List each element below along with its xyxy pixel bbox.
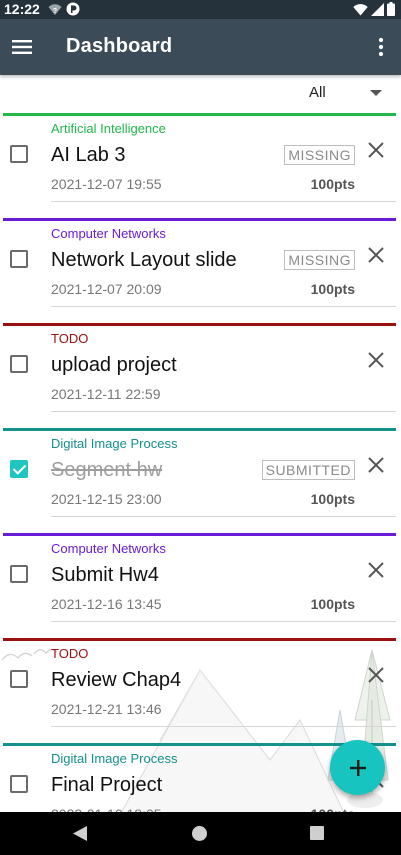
recents-icon[interactable] bbox=[310, 826, 324, 840]
more-vert-icon[interactable] bbox=[371, 33, 391, 61]
category-color-bar bbox=[3, 218, 396, 221]
task-list: Artificial Intelligence AI Lab 3 MISSING… bbox=[0, 113, 401, 848]
app-bar: Dashboard bbox=[0, 19, 401, 75]
task-category: Digital Image Process bbox=[51, 436, 178, 451]
page-title: Dashboard bbox=[66, 35, 173, 57]
divider bbox=[51, 411, 396, 412]
close-icon[interactable] bbox=[367, 246, 385, 264]
task-checkbox[interactable] bbox=[10, 565, 28, 583]
category-color-bar bbox=[3, 743, 396, 746]
task-date: 2021-12-07 20:09 bbox=[51, 281, 162, 297]
status-right-icons bbox=[353, 2, 395, 16]
pocket-casts-icon bbox=[66, 2, 80, 16]
divider bbox=[51, 516, 396, 517]
task-points: 100pts bbox=[310, 281, 355, 297]
task-checkbox[interactable] bbox=[10, 670, 28, 688]
task-checkbox[interactable] bbox=[10, 460, 28, 478]
wifi-icon bbox=[353, 3, 368, 16]
wifi-question-icon: ? bbox=[48, 3, 62, 15]
navigation-bar bbox=[0, 812, 401, 855]
task-points: 100pts bbox=[310, 596, 355, 612]
add-task-button[interactable] bbox=[330, 740, 385, 795]
task-category: Computer Networks bbox=[51, 226, 166, 241]
task-card: Digital Image Process Segment hw SUBMITT… bbox=[0, 428, 401, 533]
dropdown-arrow-icon bbox=[370, 90, 382, 96]
svg-text:?: ? bbox=[53, 8, 57, 15]
status-badge: SUBMITTED bbox=[261, 460, 355, 480]
category-color-bar bbox=[3, 428, 396, 431]
task-category: TODO bbox=[51, 331, 89, 346]
divider bbox=[51, 201, 396, 202]
task-category: TODO bbox=[51, 646, 89, 661]
hamburger-menu-icon[interactable] bbox=[8, 33, 36, 61]
task-title: upload project bbox=[51, 354, 177, 376]
close-icon[interactable] bbox=[367, 141, 385, 159]
task-points: 100pts bbox=[310, 176, 355, 192]
task-title: Submit Hw4 bbox=[51, 564, 159, 586]
task-card: TODO upload project 2021-12-11 22:59 bbox=[0, 323, 401, 428]
task-points: 100pts bbox=[310, 491, 355, 507]
task-title: Segment hw bbox=[51, 459, 163, 481]
category-color-bar bbox=[3, 323, 396, 326]
status-badge: MISSING bbox=[284, 250, 355, 270]
status-time: 12:22 bbox=[4, 1, 40, 17]
battery-icon bbox=[387, 2, 395, 16]
app-screen: 12:22 ? Dashboard All Artificial Intelli… bbox=[0, 0, 401, 855]
close-icon[interactable] bbox=[367, 456, 385, 474]
signal-icon bbox=[371, 2, 384, 16]
plus-icon bbox=[349, 759, 366, 776]
task-title: Review Chap4 bbox=[51, 669, 182, 691]
task-category: Computer Networks bbox=[51, 541, 166, 556]
back-icon[interactable] bbox=[72, 825, 88, 842]
status-bar: 12:22 ? bbox=[0, 0, 401, 19]
category-color-bar bbox=[3, 533, 396, 536]
task-card: Computer Networks Network Layout slide M… bbox=[0, 218, 401, 323]
close-icon[interactable] bbox=[367, 561, 385, 579]
category-color-bar bbox=[3, 113, 396, 116]
filter-dropdown[interactable]: All bbox=[300, 80, 392, 106]
task-category: Digital Image Process bbox=[51, 751, 178, 766]
task-title: Final Project bbox=[51, 774, 163, 796]
task-date: 2021-12-21 13:46 bbox=[51, 701, 162, 717]
task-date: 2021-12-16 13:45 bbox=[51, 596, 162, 612]
divider bbox=[51, 726, 396, 727]
task-date: 2021-12-15 23:00 bbox=[51, 491, 162, 507]
task-card: TODO Review Chap4 2021-12-21 13:46 bbox=[0, 638, 401, 743]
task-checkbox[interactable] bbox=[10, 250, 28, 268]
task-category: Artificial Intelligence bbox=[51, 121, 166, 136]
task-checkbox[interactable] bbox=[10, 145, 28, 163]
close-icon[interactable] bbox=[367, 666, 385, 684]
task-date: 2021-12-11 22:59 bbox=[51, 386, 161, 402]
divider bbox=[51, 621, 396, 622]
divider bbox=[51, 306, 396, 307]
task-checkbox[interactable] bbox=[10, 775, 28, 793]
task-card: Computer Networks Submit Hw4 2021-12-16 … bbox=[0, 533, 401, 638]
task-date: 2021-12-07 19:55 bbox=[51, 176, 162, 192]
close-icon[interactable] bbox=[367, 351, 385, 369]
status-left-icons: ? bbox=[48, 2, 80, 16]
status-badge: MISSING bbox=[284, 145, 355, 165]
task-title: AI Lab 3 bbox=[51, 144, 126, 166]
task-card: Artificial Intelligence AI Lab 3 MISSING… bbox=[0, 113, 401, 218]
task-checkbox[interactable] bbox=[10, 355, 28, 373]
task-title: Network Layout slide bbox=[51, 249, 237, 271]
filter-selected-value: All bbox=[309, 84, 326, 101]
category-color-bar bbox=[3, 638, 396, 641]
home-icon[interactable] bbox=[192, 826, 207, 841]
